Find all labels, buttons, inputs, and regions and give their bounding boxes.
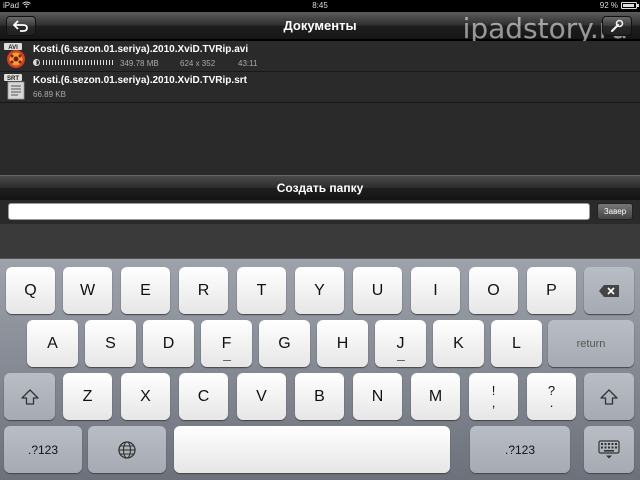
key-l[interactable]: L: [491, 320, 542, 367]
srt-badge: SRT: [7, 76, 19, 82]
key-e[interactable]: E: [121, 267, 170, 314]
key-j-label: J: [396, 334, 405, 352]
key-p[interactable]: P: [527, 267, 576, 314]
key-r[interactable]: R: [179, 267, 228, 314]
srt-file-icon: SRT: [4, 73, 28, 100]
key-s[interactable]: S: [85, 320, 136, 367]
key-h[interactable]: H: [317, 320, 368, 367]
space-bar[interactable]: [174, 426, 450, 473]
folder-name-input[interactable]: [8, 203, 590, 220]
key-i[interactable]: I: [411, 267, 460, 314]
key-z[interactable]: Z: [63, 373, 112, 420]
key-u[interactable]: U: [353, 267, 402, 314]
key-f-label: F: [221, 334, 232, 352]
globe-icon: [118, 440, 136, 459]
key-b[interactable]: B: [295, 373, 344, 420]
navigation-bar: Документы ipadstory.ru: [0, 12, 640, 45]
list-item[interactable]: SRT Kosti.(6.sezon.01.seriya).2010.XviD.…: [0, 72, 640, 103]
file-name: Kosti.(6.sezon.01.seriya).2010.XviD.TVRi…: [33, 44, 249, 55]
spacer: [0, 224, 640, 258]
numbers-key-right[interactable]: .?123: [470, 426, 570, 473]
done-button[interactable]: Завер: [597, 203, 633, 220]
on-screen-keyboard: Q W E R T Y U I O P A S D F G H J K L re…: [0, 258, 640, 480]
key-j[interactable]: J: [375, 320, 426, 367]
battery-percent: 92 %: [599, 1, 618, 10]
numbers-key-left[interactable]: .?123: [4, 426, 82, 473]
key-n[interactable]: N: [353, 373, 402, 420]
battery-icon: [621, 2, 639, 9]
list-item[interactable]: AVI Kosti.(6.sezon.01.seriya).2010.XviD.…: [0, 41, 640, 72]
avi-file-icon: AVI: [4, 42, 28, 69]
key-f[interactable]: F: [201, 320, 252, 367]
hide-keyboard-icon: [598, 439, 620, 458]
file-duration: 43:11: [238, 59, 258, 68]
create-folder-title: Создать папку: [276, 181, 364, 195]
key-exclamation-comma[interactable]: ! ,: [469, 373, 518, 420]
key-m[interactable]: M: [411, 373, 460, 420]
key-d[interactable]: D: [143, 320, 194, 367]
file-list: AVI Kosti.(6.sezon.01.seriya).2010.XviD.…: [0, 41, 640, 175]
progress-icon: [33, 59, 40, 66]
file-size: 349.78 MB: [120, 59, 159, 68]
wrench-icon: [610, 19, 624, 33]
key-c[interactable]: C: [179, 373, 228, 420]
shift-key-right[interactable]: [584, 373, 634, 420]
hide-keyboard-key[interactable]: [584, 426, 634, 473]
file-name: Kosti.(6.sezon.01.seriya).2010.XviD.TVRi…: [33, 75, 247, 86]
key-x[interactable]: X: [121, 373, 170, 420]
playback-progress: [33, 59, 113, 66]
key-k[interactable]: K: [433, 320, 484, 367]
backspace-key[interactable]: [584, 267, 634, 314]
create-folder-bar: Создать папку: [0, 175, 640, 200]
shift-icon: [20, 388, 39, 405]
key-t[interactable]: T: [237, 267, 286, 314]
clock: 8:45: [312, 1, 328, 10]
key-w[interactable]: W: [63, 267, 112, 314]
folder-input-row: Завер: [0, 200, 640, 224]
key-y[interactable]: Y: [295, 267, 344, 314]
shift-icon: [600, 388, 618, 405]
backspace-icon: [599, 284, 619, 297]
key-v[interactable]: V: [237, 373, 286, 420]
key-o[interactable]: O: [469, 267, 518, 314]
key-question-period[interactable]: ? .: [527, 373, 576, 420]
file-resolution: 624 x 352: [180, 59, 216, 68]
key-a[interactable]: A: [27, 320, 78, 367]
globe-key[interactable]: [88, 426, 166, 473]
shift-key-left[interactable]: [4, 373, 55, 420]
settings-button[interactable]: [602, 16, 632, 36]
status-bar: iPad 8:45 92 %: [0, 0, 640, 12]
return-key[interactable]: return: [548, 320, 634, 367]
key-g[interactable]: G: [259, 320, 310, 367]
key-q[interactable]: Q: [6, 267, 55, 314]
file-size: 66.89 KB: [33, 90, 66, 99]
